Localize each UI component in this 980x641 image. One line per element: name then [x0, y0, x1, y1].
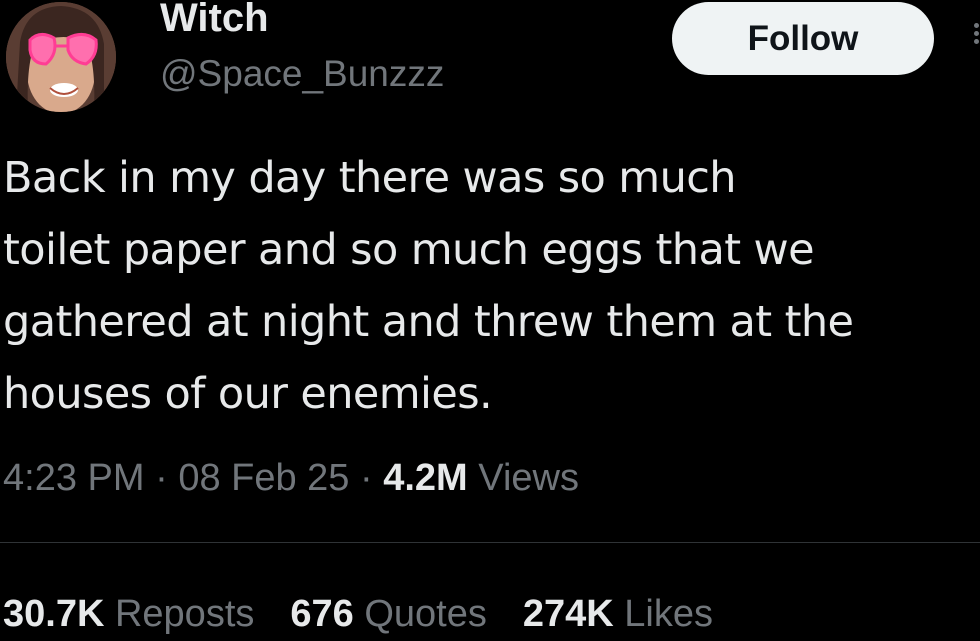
likes-label: Likes	[624, 593, 713, 635]
follow-button[interactable]: Follow	[672, 2, 934, 75]
reposts-stat[interactable]: 30.7K Reposts	[3, 588, 254, 640]
meta-separator: ·	[360, 457, 373, 499]
reposts-label: Reposts	[114, 593, 255, 635]
views-count: 4.2M	[383, 457, 468, 499]
quotes-stat[interactable]: 676 Quotes	[290, 588, 487, 640]
tweet-text: Back in my day there was so much toilet …	[3, 153, 854, 419]
quotes-count: 676	[290, 593, 354, 635]
tweet-date[interactable]: 08 Feb 25	[178, 457, 349, 499]
avatar[interactable]	[6, 2, 116, 112]
user-handle[interactable]: @Space_Bunzzz	[160, 50, 444, 98]
tweet-time[interactable]: 4:23 PM	[3, 457, 145, 499]
quotes-label: Quotes	[364, 593, 487, 635]
likes-stat[interactable]: 274K Likes	[523, 588, 713, 640]
engagement-stats: 30.7K Reposts 676 Quotes 274K Likes	[3, 588, 713, 640]
display-name[interactable]: Witch	[160, 0, 269, 44]
avatar-image	[6, 2, 116, 112]
reposts-count: 30.7K	[3, 593, 105, 635]
tweet-meta: 4:23 PM · 08 Feb 25 · 4.2M Views	[3, 452, 579, 504]
likes-count: 274K	[522, 593, 614, 635]
meta-separator: ·	[155, 457, 168, 499]
views-label: Views	[478, 457, 579, 499]
more-dots-icon[interactable]	[968, 20, 980, 60]
divider	[0, 542, 980, 543]
